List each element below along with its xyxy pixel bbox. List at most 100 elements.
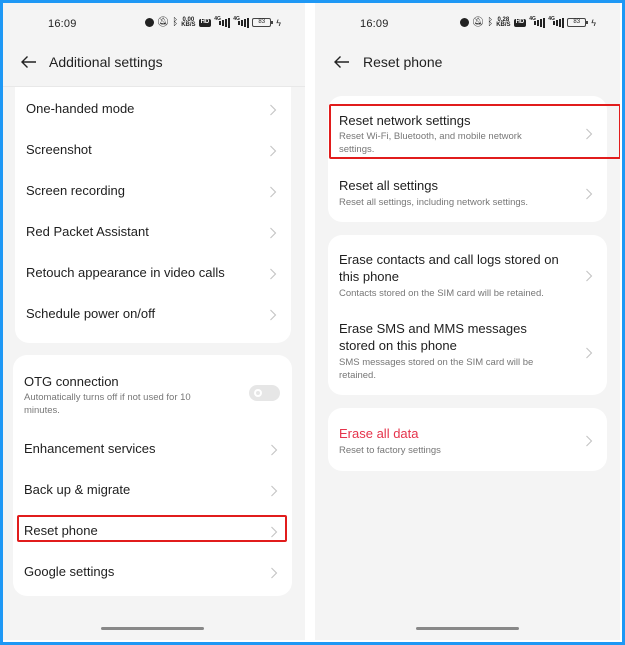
enhancement-services-item[interactable]: Enhancement services bbox=[13, 427, 292, 468]
status-icons: 🔕︎ ᛒ 0.28 KB/S HD 4G 4G 83 ϟ bbox=[459, 15, 596, 28]
chevron-right-icon bbox=[585, 346, 595, 359]
status-bar: 16:09 🔕︎ ᛒ 0.28 KB/S HD 4G 4G 83 ϟ bbox=[315, 15, 620, 33]
battery-icon: 83 bbox=[567, 18, 589, 27]
charging-icon: ϟ bbox=[591, 17, 596, 28]
erase-all-data-item[interactable]: Erase all data Reset to factory settings bbox=[328, 408, 607, 471]
item-label: Erase SMS and MMS messages stored on thi… bbox=[339, 321, 527, 353]
network-speed-indicator: 0.28 KB/S bbox=[496, 17, 511, 28]
chevron-right-icon bbox=[270, 525, 280, 538]
chevron-right-icon bbox=[585, 434, 595, 447]
page-title: Reset phone bbox=[363, 54, 443, 70]
item-description: Reset Wi-Fi, Bluetooth, and mobile netwo… bbox=[339, 131, 522, 155]
back-button[interactable] bbox=[331, 52, 351, 72]
one-handed-mode-item[interactable]: One-handed mode bbox=[15, 87, 291, 128]
sim1-signal-icon: 4G bbox=[529, 15, 546, 28]
item-label: OTG connection bbox=[24, 374, 119, 389]
chevron-right-icon bbox=[585, 127, 595, 140]
home-indicator[interactable] bbox=[416, 627, 519, 630]
back-arrow-icon bbox=[20, 56, 36, 68]
network-speed-indicator: 0.00 KB/S bbox=[181, 17, 196, 28]
schedule-power-item[interactable]: Schedule power on/off bbox=[15, 292, 291, 333]
item-description: Reset to factory settings bbox=[339, 445, 441, 456]
charging-icon: ϟ bbox=[276, 17, 281, 28]
item-label: Erase all data bbox=[339, 426, 419, 441]
reset-all-settings-item[interactable]: Reset all settings Reset all settings, i… bbox=[328, 162, 607, 220]
chevron-right-icon bbox=[269, 308, 279, 321]
sim1-signal-icon: 4G bbox=[214, 15, 231, 28]
item-label: Schedule power on/off bbox=[26, 306, 156, 321]
settings-group-2: OTG connection Automatically turns off i… bbox=[13, 355, 292, 596]
item-label: Google settings bbox=[24, 564, 115, 579]
item-label: Enhancement services bbox=[24, 441, 156, 456]
sim1-network-type: 4G bbox=[214, 15, 221, 22]
item-label: Reset network settings bbox=[339, 113, 471, 128]
home-indicator[interactable] bbox=[101, 627, 204, 630]
otg-toggle[interactable] bbox=[249, 385, 280, 401]
item-label: Red Packet Assistant bbox=[26, 224, 149, 239]
sim1-network-type: 4G bbox=[529, 15, 536, 22]
reset-phone-item[interactable]: Reset phone bbox=[13, 509, 292, 550]
chevron-right-icon bbox=[269, 226, 279, 239]
screen-recording-item[interactable]: Screen recording bbox=[15, 169, 291, 210]
status-bar: 16:09 🔕︎ ᛒ 0.00 KB/S HD 4G 4G 83 ϟ bbox=[3, 15, 305, 33]
sim2-network-type: 4G bbox=[233, 15, 240, 22]
header: Reset phone bbox=[315, 51, 620, 75]
chevron-right-icon bbox=[269, 185, 279, 198]
erase-phone-data-group: Erase contacts and call logs stored on t… bbox=[328, 235, 607, 395]
page-title: Additional settings bbox=[49, 54, 163, 70]
sim2-signal-icon: 4G bbox=[548, 15, 565, 28]
reset-phone-screen: 16:09 🔕︎ ᛒ 0.28 KB/S HD 4G 4G 83 ϟ Reset… bbox=[315, 3, 620, 640]
item-label: One-handed mode bbox=[26, 101, 135, 116]
chevron-right-icon bbox=[269, 103, 279, 116]
item-label: Erase contacts and call logs stored on t… bbox=[339, 252, 559, 284]
erase-sms-mms-item[interactable]: Erase SMS and MMS messages stored on thi… bbox=[328, 305, 607, 393]
status-icons: 🔕︎ ᛒ 0.00 KB/S HD 4G 4G 83 ϟ bbox=[144, 15, 281, 28]
item-label: Retouch appearance in video calls bbox=[26, 265, 225, 280]
chevron-right-icon bbox=[270, 566, 280, 579]
item-description: Contacts stored on the SIM card will be … bbox=[339, 288, 544, 299]
erase-contacts-call-logs-item[interactable]: Erase contacts and call logs stored on t… bbox=[328, 235, 607, 305]
screenshot-item[interactable]: Screenshot bbox=[15, 128, 291, 169]
red-packet-assistant-item[interactable]: Red Packet Assistant bbox=[15, 210, 291, 251]
chevron-right-icon bbox=[270, 443, 280, 456]
item-label: Screen recording bbox=[26, 183, 125, 198]
bluetooth-icon: ᛒ bbox=[487, 17, 494, 28]
otg-connection-item: OTG connection Automatically turns off i… bbox=[13, 355, 292, 427]
sim2-network-type: 4G bbox=[548, 15, 555, 22]
settings-group-1: One-handed mode Screenshot Screen record… bbox=[15, 87, 291, 343]
back-up-migrate-item[interactable]: Back up & migrate bbox=[13, 468, 292, 509]
item-description: Automatically turns off if not used for … bbox=[24, 392, 191, 416]
alarm-icon bbox=[459, 18, 469, 27]
item-description: SMS messages stored on the SIM card will… bbox=[339, 357, 534, 381]
network-speed-unit: KB/S bbox=[496, 21, 511, 28]
chevron-right-icon bbox=[269, 144, 279, 157]
chevron-right-icon bbox=[585, 187, 595, 200]
reset-network-settings-item[interactable]: Reset network settings Reset Wi-Fi, Blue… bbox=[328, 96, 607, 162]
back-button[interactable] bbox=[18, 52, 38, 72]
mute-bell-icon: 🔕︎ bbox=[471, 17, 485, 28]
chevron-right-icon bbox=[270, 484, 280, 497]
network-speed-unit: KB/S bbox=[181, 21, 196, 28]
alarm-icon bbox=[144, 18, 154, 27]
item-description: Reset all settings, including network se… bbox=[339, 197, 529, 208]
bluetooth-icon: ᛒ bbox=[172, 17, 179, 28]
header: Additional settings bbox=[3, 51, 305, 75]
hd-voice-icon: HD bbox=[513, 18, 527, 27]
sim2-signal-icon: 4G bbox=[233, 15, 250, 28]
status-time: 16:09 bbox=[48, 18, 77, 30]
additional-settings-screen: 16:09 🔕︎ ᛒ 0.00 KB/S HD 4G 4G 83 ϟ Addit… bbox=[3, 3, 305, 640]
hd-voice-icon: HD bbox=[198, 18, 212, 27]
item-label: Screenshot bbox=[26, 142, 92, 157]
retouch-video-calls-item[interactable]: Retouch appearance in video calls bbox=[15, 251, 291, 292]
back-arrow-icon bbox=[333, 56, 349, 68]
item-label: Reset all settings bbox=[339, 178, 438, 193]
mute-bell-icon: 🔕︎ bbox=[156, 17, 170, 28]
item-label: Back up & migrate bbox=[24, 482, 131, 497]
chevron-right-icon bbox=[269, 267, 279, 280]
reset-settings-group: Reset network settings Reset Wi-Fi, Blue… bbox=[328, 96, 607, 222]
google-settings-item[interactable]: Google settings bbox=[13, 550, 292, 591]
item-label: Reset phone bbox=[24, 523, 98, 538]
erase-all-data-group: Erase all data Reset to factory settings bbox=[328, 408, 607, 471]
chevron-right-icon bbox=[585, 269, 595, 282]
status-time: 16:09 bbox=[360, 18, 389, 30]
